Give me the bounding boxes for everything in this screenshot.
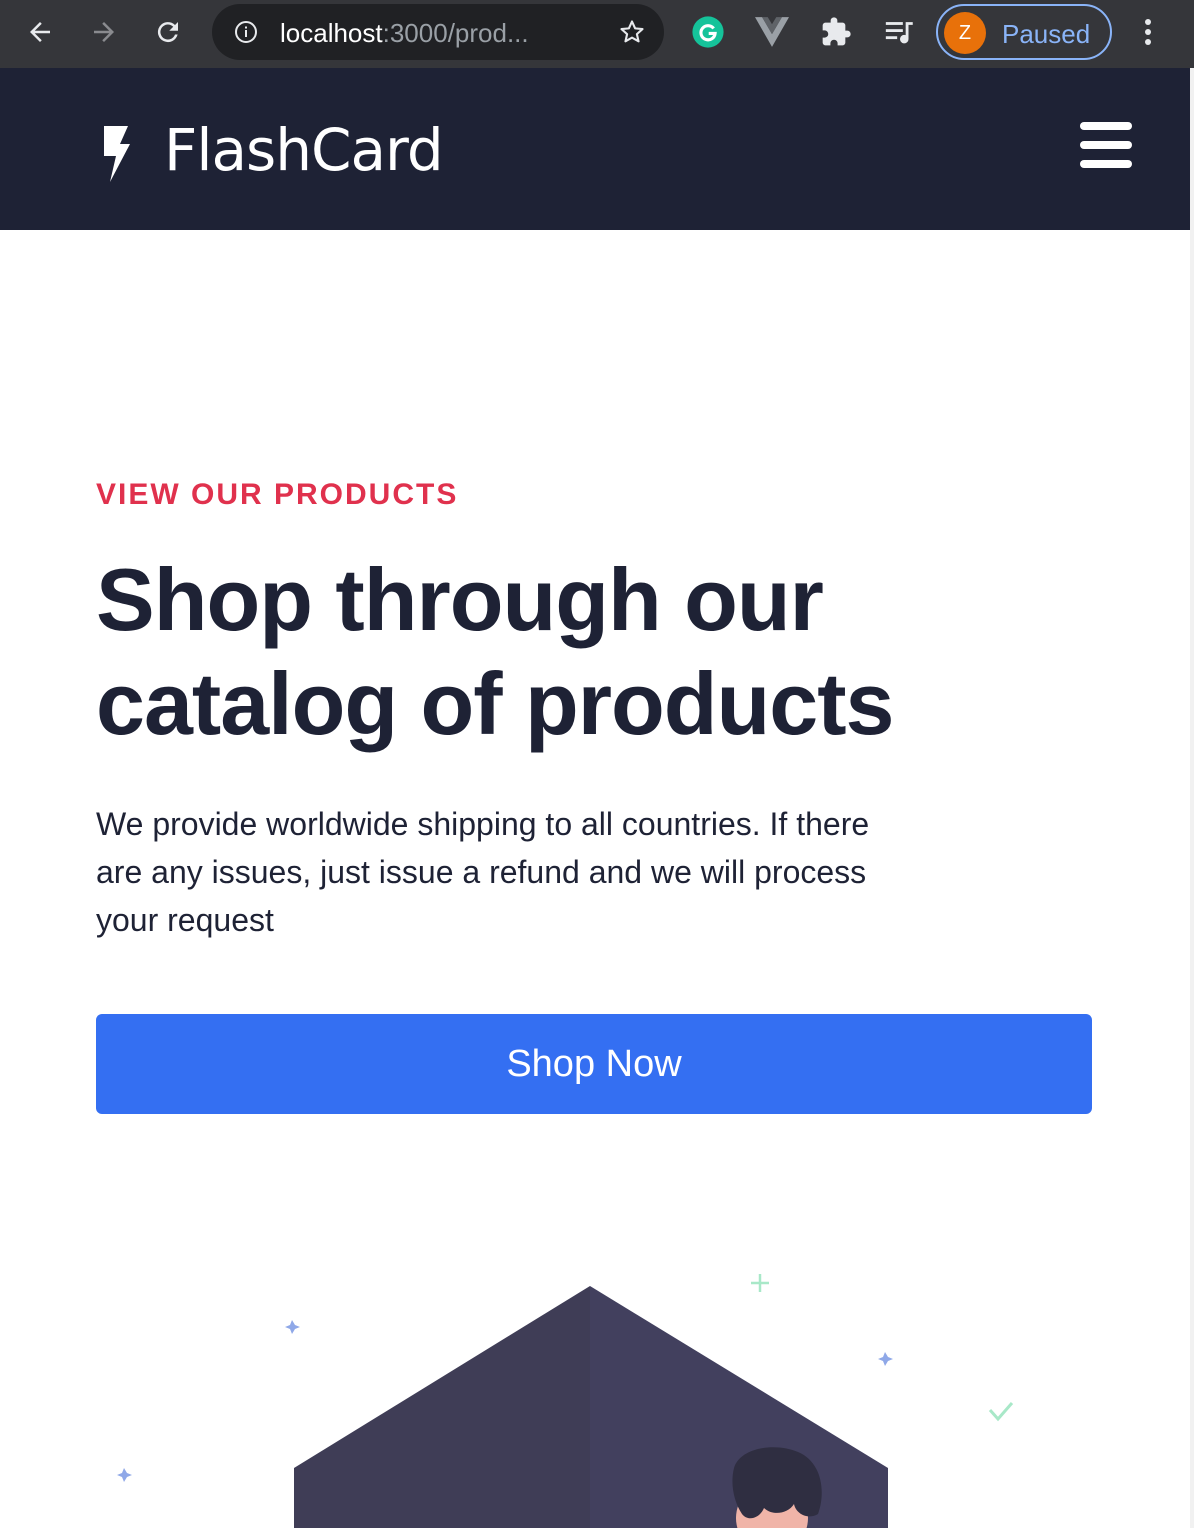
hero-illustration: [117, 1274, 1014, 1528]
more-vert-icon[interactable]: [1134, 14, 1162, 50]
plus-icon: [751, 1274, 769, 1292]
forward-button[interactable]: [86, 14, 122, 50]
info-icon[interactable]: [234, 20, 258, 44]
hero-headline: Shop through our catalog of products: [96, 548, 996, 756]
media-control-button[interactable]: [882, 14, 918, 50]
vue-devtools-extension[interactable]: [754, 14, 790, 50]
reload-button[interactable]: [150, 14, 186, 50]
grammarly-icon: [692, 16, 724, 48]
check-icon: [988, 1402, 1014, 1422]
hamburger-menu-icon[interactable]: [1080, 122, 1132, 170]
lightning-bolt-icon[interactable]: [100, 126, 132, 182]
shop-now-button[interactable]: Shop Now: [96, 1014, 1092, 1114]
vue-devtools-icon: [755, 17, 789, 47]
hero-description: We provide worldwide shipping to all cou…: [96, 800, 976, 944]
reload-icon: [157, 22, 178, 43]
grammarly-extension[interactable]: [690, 14, 726, 50]
brand-name[interactable]: FlashCard: [164, 116, 444, 184]
profile-button[interactable]: Z Paused: [936, 4, 1112, 60]
hero-description-line: We provide worldwide shipping to all cou…: [96, 806, 870, 842]
house-left-face: [294, 1286, 590, 1528]
media-queue-icon: [885, 22, 913, 44]
hero-headline-line: catalog of products: [96, 654, 894, 753]
star-icon[interactable]: [618, 18, 646, 46]
hero-description-line: your request: [96, 902, 274, 938]
address-bar[interactable]: localhost:3000/prod...: [212, 4, 664, 60]
back-arrow-icon: [30, 22, 50, 42]
hero-headline-line: Shop through our: [96, 550, 824, 649]
section-eyebrow: VIEW OUR PRODUCTS: [96, 478, 459, 511]
avatar: Z: [944, 12, 986, 54]
url-text[interactable]: localhost:3000/prod...: [280, 18, 529, 49]
profile-status: Paused: [1002, 19, 1091, 49]
back-button[interactable]: [22, 14, 58, 50]
scrollbar-track[interactable]: [1190, 68, 1194, 1528]
forward-arrow-icon: [94, 22, 114, 42]
hero-description-line: are any issues, just issue a refund and …: [96, 854, 867, 890]
url-host: localhost: [280, 18, 383, 48]
extensions-puzzle-icon: [822, 17, 851, 46]
extensions-button[interactable]: [818, 14, 854, 50]
browser-toolbar: localhost:3000/prod... Z Paused: [0, 0, 1194, 68]
url-path: :3000/prod...: [382, 18, 529, 48]
